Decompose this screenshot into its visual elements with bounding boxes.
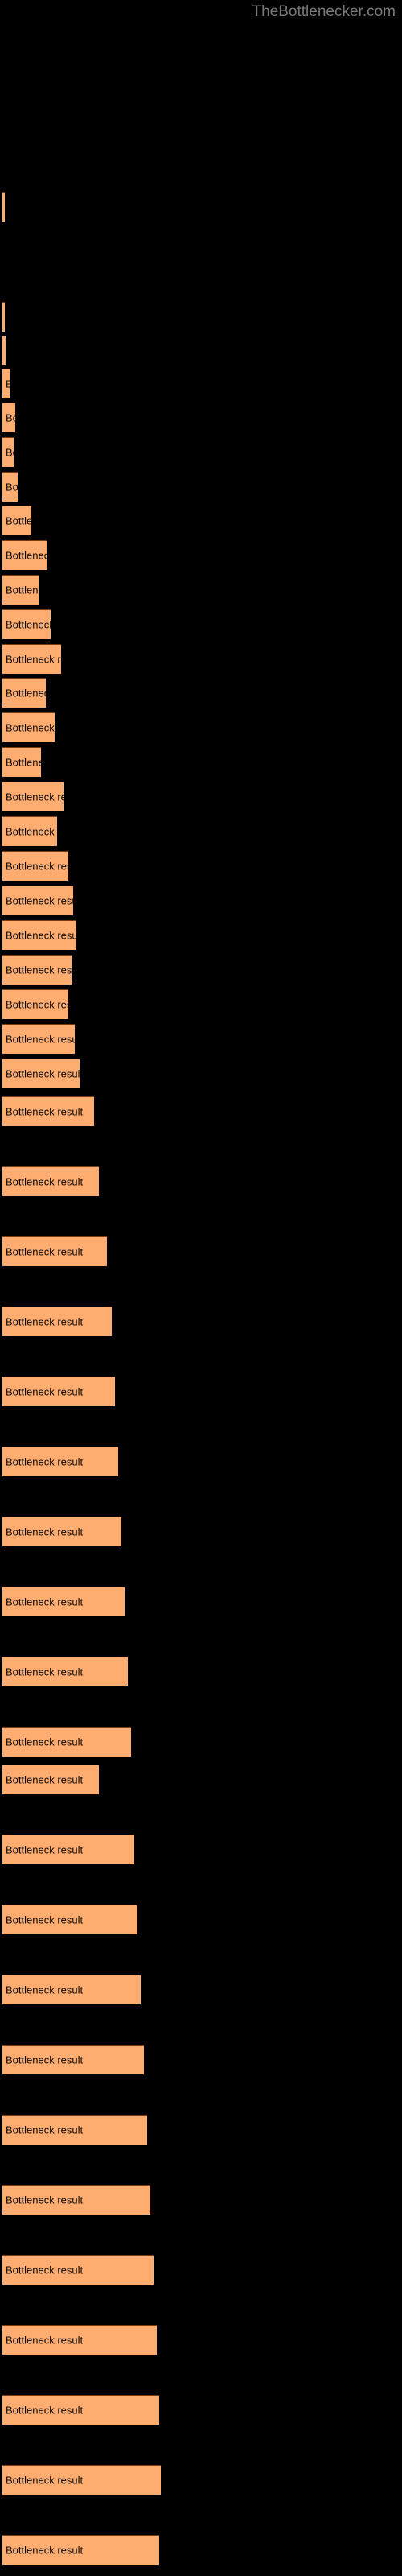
bottleneck-result-bar[interactable]: Bottleneck result	[2, 1905, 137, 1934]
bottleneck-result-bar[interactable]: Bottleneck result	[2, 747, 41, 777]
bottleneck-result-bar[interactable]: Bottleneck result	[2, 955, 72, 985]
bottleneck-result-bar[interactable]: Bottleneck result	[2, 506, 31, 535]
bar-label: Bottleneck result	[6, 618, 51, 631]
bar-label: Bottleneck result	[6, 584, 39, 597]
bar-label: Bottleneck result	[6, 2544, 84, 2557]
bar-label: Bottleneck result	[6, 860, 68, 873]
bottleneck-result-bar[interactable]: Bottleneck result	[2, 2325, 157, 2355]
bar-label: Bottleneck result	[6, 549, 47, 562]
bottleneck-result-bar[interactable]: Bottleneck result	[2, 437, 14, 467]
bar-label: Bottleneck result	[6, 1455, 84, 1468]
bar-label: Bottleneck result	[6, 1245, 84, 1258]
bar-label: Bottleneck result	[6, 481, 18, 493]
bar-label: Bottleneck result	[6, 894, 73, 907]
bottleneck-result-bar[interactable]: Bottleneck result	[2, 1975, 141, 2004]
bottleneck-result-bar[interactable]: Bottleneck result	[2, 1587, 125, 1616]
bottleneck-result-bar[interactable]: Bottleneck result	[2, 920, 76, 950]
bar-label: Bottleneck result	[6, 411, 15, 424]
bar-label: Bottleneck result	[6, 2334, 84, 2347]
bar-label: Bottleneck result	[6, 825, 57, 838]
bar-label: Bottleneck result	[6, 791, 64, 803]
bottleneck-result-bar[interactable]: Bottleneck result	[2, 2395, 159, 2425]
bottleneck-result-bar[interactable]: Bottleneck result	[2, 540, 47, 570]
bottleneck-result-bar[interactable]: Bottleneck result	[2, 1024, 75, 1054]
bottleneck-result-bar[interactable]: Bottleneck result	[2, 1377, 115, 1406]
bar-label: Bottleneck result	[6, 1773, 84, 1786]
bar-label: Bottleneck result	[6, 2264, 84, 2277]
bottleneck-result-bar[interactable]: Bottleneck result	[2, 644, 61, 674]
bar-label: Bottleneck result	[6, 1067, 80, 1080]
bar-label: Bottleneck result	[6, 1525, 84, 1538]
bottleneck-result-bar[interactable]: Bottleneck result	[2, 2535, 159, 2565]
bar-label: Bottleneck result	[6, 687, 46, 700]
bar-label: Bottleneck result	[6, 1984, 84, 1996]
bottleneck-result-bar[interactable]: Bottleneck result	[2, 1517, 121, 1546]
bottleneck-result-bar[interactable]: Bottleneck result	[2, 1447, 118, 1476]
bottleneck-result-bar[interactable]: Bottleneck result	[2, 1727, 131, 1757]
bar-label: Bottleneck result	[6, 1913, 84, 1926]
bar-label: Bottleneck result	[6, 1843, 84, 1856]
bar-label: Bottleneck result	[6, 2474, 84, 2487]
bar-label: Bottleneck result	[6, 2194, 84, 2207]
bottleneck-result-bar[interactable]: Bottleneck result	[2, 2045, 144, 2074]
bottleneck-result-bar[interactable]: Bottleneck result	[2, 2115, 147, 2145]
bottleneck-result-bar[interactable]: Bottleneck result	[2, 816, 57, 846]
bottleneck-result-bar[interactable]: Bottleneck result	[2, 1835, 134, 1864]
bar-label: Bottleneck result	[6, 1385, 84, 1398]
bar-label: Bottleneck result	[6, 1175, 84, 1188]
bar-label: Bottleneck result	[6, 1105, 84, 1118]
bottleneck-result-bar[interactable]: Bottleneck result	[2, 575, 39, 605]
bottleneck-result-bar[interactable]: Bottleneck result	[2, 336, 6, 365]
bottleneck-result-bar[interactable]: Bottleneck result	[2, 2255, 154, 2285]
bar-label: Bottleneck result	[6, 2054, 84, 2066]
bottleneck-result-bar[interactable]: Bottleneck result	[2, 1765, 99, 1794]
bar-label: Bottleneck result	[6, 756, 41, 769]
bar-label: Bottleneck result	[6, 964, 72, 976]
bottleneck-result-bar[interactable]: Bottleneck result	[2, 1096, 94, 1126]
bar-label: Bottleneck result	[6, 378, 10, 390]
bottleneck-result-bar[interactable]: Bottleneck result	[2, 1236, 107, 1266]
bar-label: Bottleneck result	[6, 446, 14, 459]
bar-label: Bottleneck result	[6, 721, 55, 734]
bar-label: Bottleneck result	[6, 1596, 84, 1608]
bottleneck-result-bar[interactable]: Bottleneck result	[2, 302, 5, 332]
bar-label: Bottleneck result	[6, 1315, 84, 1328]
bottleneck-chart-page: TheBottlenecker.com Bottleneck resultBot…	[0, 0, 402, 2576]
bottleneck-result-bar[interactable]: Bottleneck result	[2, 989, 68, 1019]
bottleneck-result-bar[interactable]: Bottleneck result	[2, 2465, 161, 2495]
bottleneck-result-bar[interactable]: Bottleneck result	[2, 2185, 150, 2215]
bottleneck-result-bar[interactable]: Bottleneck result	[2, 1307, 112, 1336]
bar-label: Bottleneck result	[6, 1736, 84, 1748]
bar-label: Bottleneck result	[6, 998, 68, 1011]
bottleneck-result-bar[interactable]: Bottleneck result	[2, 1059, 80, 1088]
bottleneck-result-bar[interactable]: Bottleneck result	[2, 192, 5, 222]
bottleneck-result-bar[interactable]: Bottleneck result	[2, 609, 51, 639]
bottleneck-result-bar[interactable]: Bottleneck result	[2, 472, 18, 502]
bar-label: Bottleneck result	[6, 514, 31, 527]
horizontal-bar-chart: Bottleneck result Bottleneck result Bottle…	[0, 0, 402, 2576]
bottleneck-result-bar[interactable]: Bottleneck result	[2, 782, 64, 811]
bottleneck-result-bar[interactable]: Bottleneck result	[2, 712, 55, 742]
bar-label: Bottleneck result	[6, 929, 76, 942]
bottleneck-result-bar[interactable]: Bottleneck result	[2, 678, 46, 708]
bottleneck-result-bar[interactable]: Bottleneck result	[2, 1657, 128, 1686]
bottleneck-result-bar[interactable]: Bottleneck result	[2, 369, 10, 398]
bar-label: Bottleneck result	[6, 1033, 75, 1046]
bottleneck-result-bar[interactable]: Bottleneck result	[2, 851, 68, 881]
bar-label: Bottleneck result	[6, 2404, 84, 2417]
bottleneck-result-bar[interactable]: Bottleneck result	[2, 886, 73, 915]
bottleneck-result-bar[interactable]: Bottleneck result	[2, 402, 15, 432]
bottleneck-result-bar[interactable]: Bottleneck result	[2, 1166, 99, 1196]
bar-label: Bottleneck result	[6, 653, 61, 666]
bar-label: Bottleneck result	[6, 1666, 84, 1678]
bar-label: Bottleneck result	[6, 2124, 84, 2136]
